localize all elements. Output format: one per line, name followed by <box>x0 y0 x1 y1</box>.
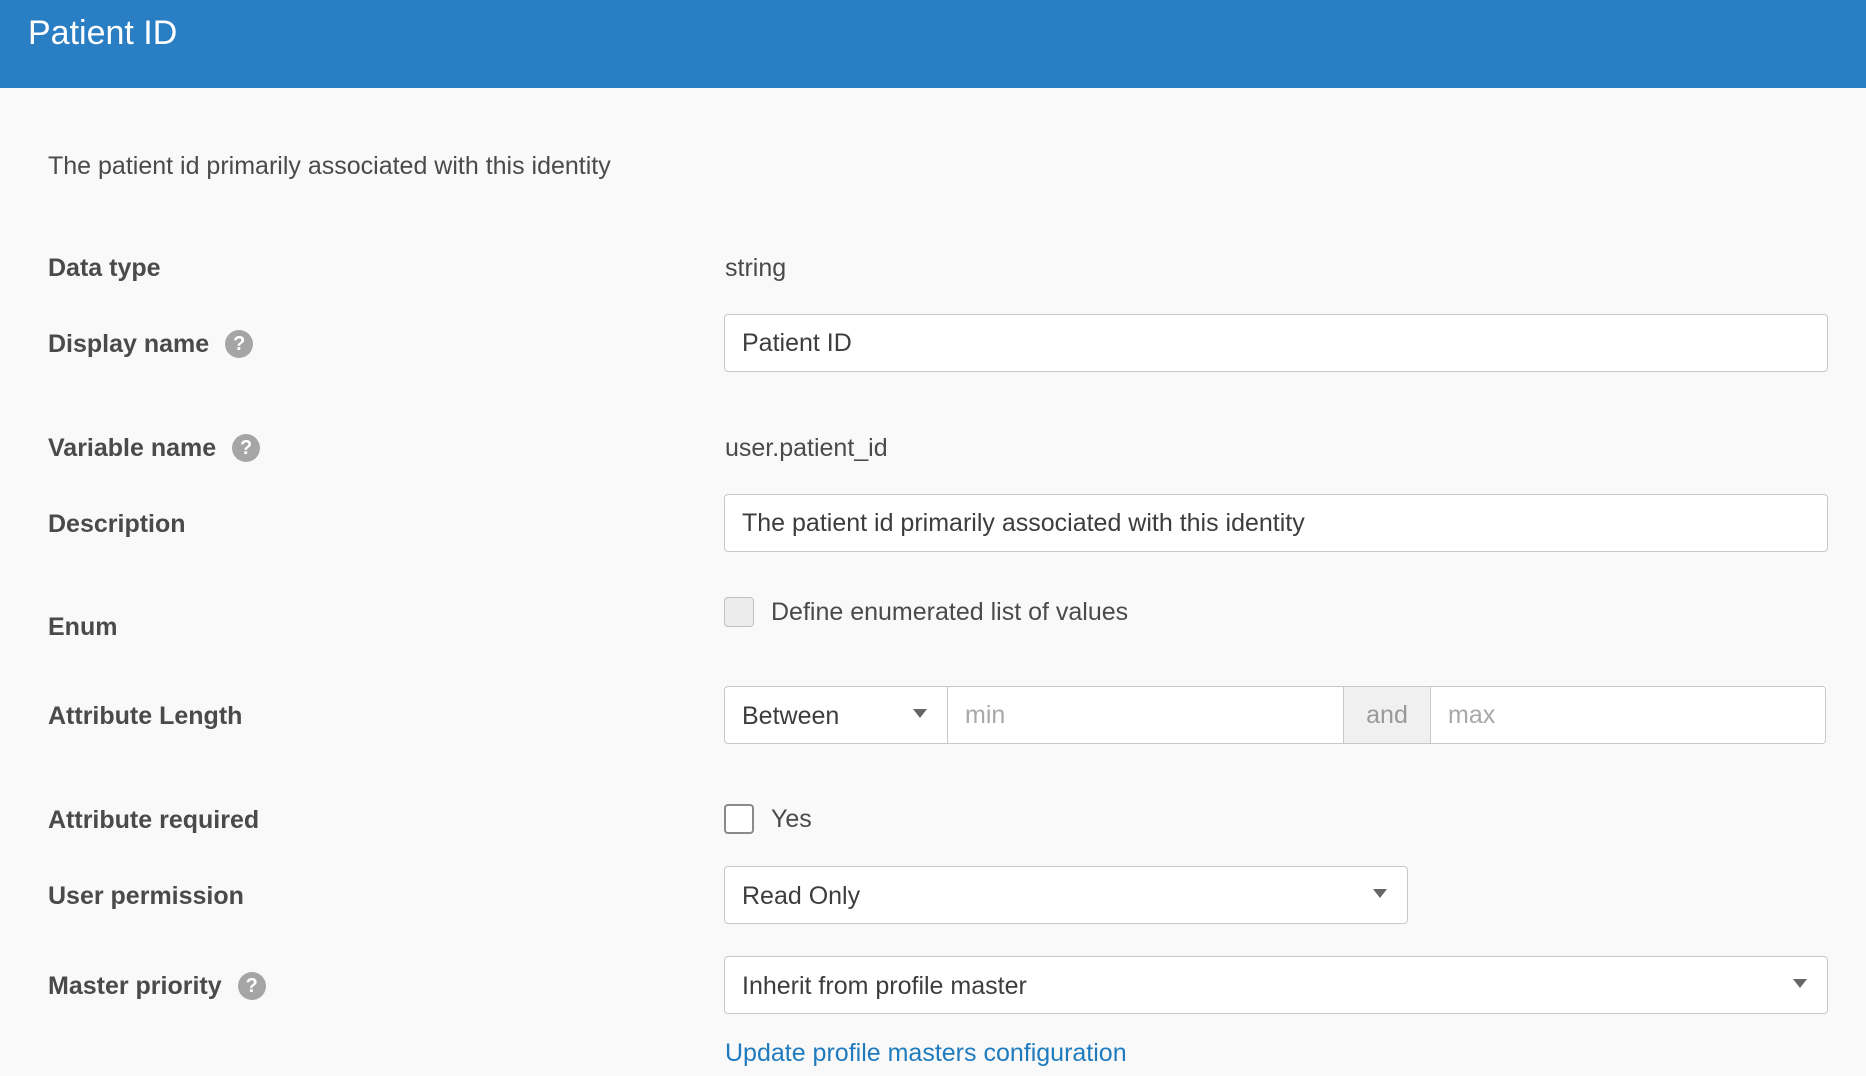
row-description: Description <box>0 494 1866 554</box>
attribute-length-group: Between and <box>724 686 1826 744</box>
variable-name-label: Variable name ? <box>48 432 261 464</box>
display-name-help-icon[interactable]: ? <box>225 330 254 358</box>
length-min-input[interactable] <box>948 687 1344 743</box>
enum-checkbox-label: Define enumerated list of values <box>771 597 1129 626</box>
length-and-label: and <box>1344 687 1431 743</box>
row-master-priority: Master priority ? Inherit from profile m… <box>0 956 1866 1016</box>
attribute-length-label: Attribute Length <box>48 702 243 730</box>
attribute-required-checkbox[interactable] <box>724 804 754 834</box>
user-permission-label: User permission <box>48 882 244 910</box>
row-attribute-length: Attribute Length Between and <box>0 686 1866 746</box>
attribute-description-text: The patient id primarily associated with… <box>48 152 611 180</box>
attribute-required-checkbox-group: Yes <box>724 804 812 834</box>
row-variable-name: Variable name ? user.patient_id <box>0 418 1866 478</box>
master-priority-help-icon[interactable]: ? <box>237 972 266 1000</box>
attribute-required-label: Attribute required <box>48 806 260 834</box>
row-attribute-required: Attribute required Yes <box>0 790 1866 850</box>
row-data-type: Data type string <box>0 238 1866 298</box>
master-priority-label: Master priority ? <box>48 970 266 1002</box>
row-display-name: Display name ? <box>0 314 1866 374</box>
length-max-input[interactable] <box>1431 687 1825 743</box>
display-name-input[interactable] <box>724 314 1828 372</box>
enum-label: Enum <box>48 613 118 641</box>
variable-name-help-icon[interactable]: ? <box>232 434 261 462</box>
caret-down-icon <box>1373 889 1387 898</box>
variable-name-value: user.patient_id <box>725 434 888 462</box>
user-permission-select[interactable]: Read Only <box>724 866 1408 924</box>
enum-checkbox[interactable] <box>724 597 754 627</box>
display-name-label: Display name ? <box>48 328 254 360</box>
enum-checkbox-group: Define enumerated list of values <box>724 597 1128 627</box>
attribute-required-checkbox-label: Yes <box>771 804 812 833</box>
update-profile-masters-link[interactable]: Update profile masters configuration <box>725 1037 1127 1069</box>
data-type-label: Data type <box>48 254 161 282</box>
row-enum: Enum Define enumerated list of values <box>0 597 1866 657</box>
page-header: Patient ID <box>0 0 1866 88</box>
row-user-permission: User permission Read Only <box>0 866 1866 926</box>
master-priority-select[interactable]: Inherit from profile master <box>724 956 1828 1014</box>
caret-down-icon <box>1793 979 1807 988</box>
description-input[interactable] <box>724 494 1828 552</box>
length-operator-select[interactable]: Between <box>725 687 948 743</box>
page-title: Patient ID <box>28 14 178 52</box>
caret-down-icon <box>913 709 927 718</box>
data-type-value: string <box>725 254 787 282</box>
description-label: Description <box>48 510 186 538</box>
